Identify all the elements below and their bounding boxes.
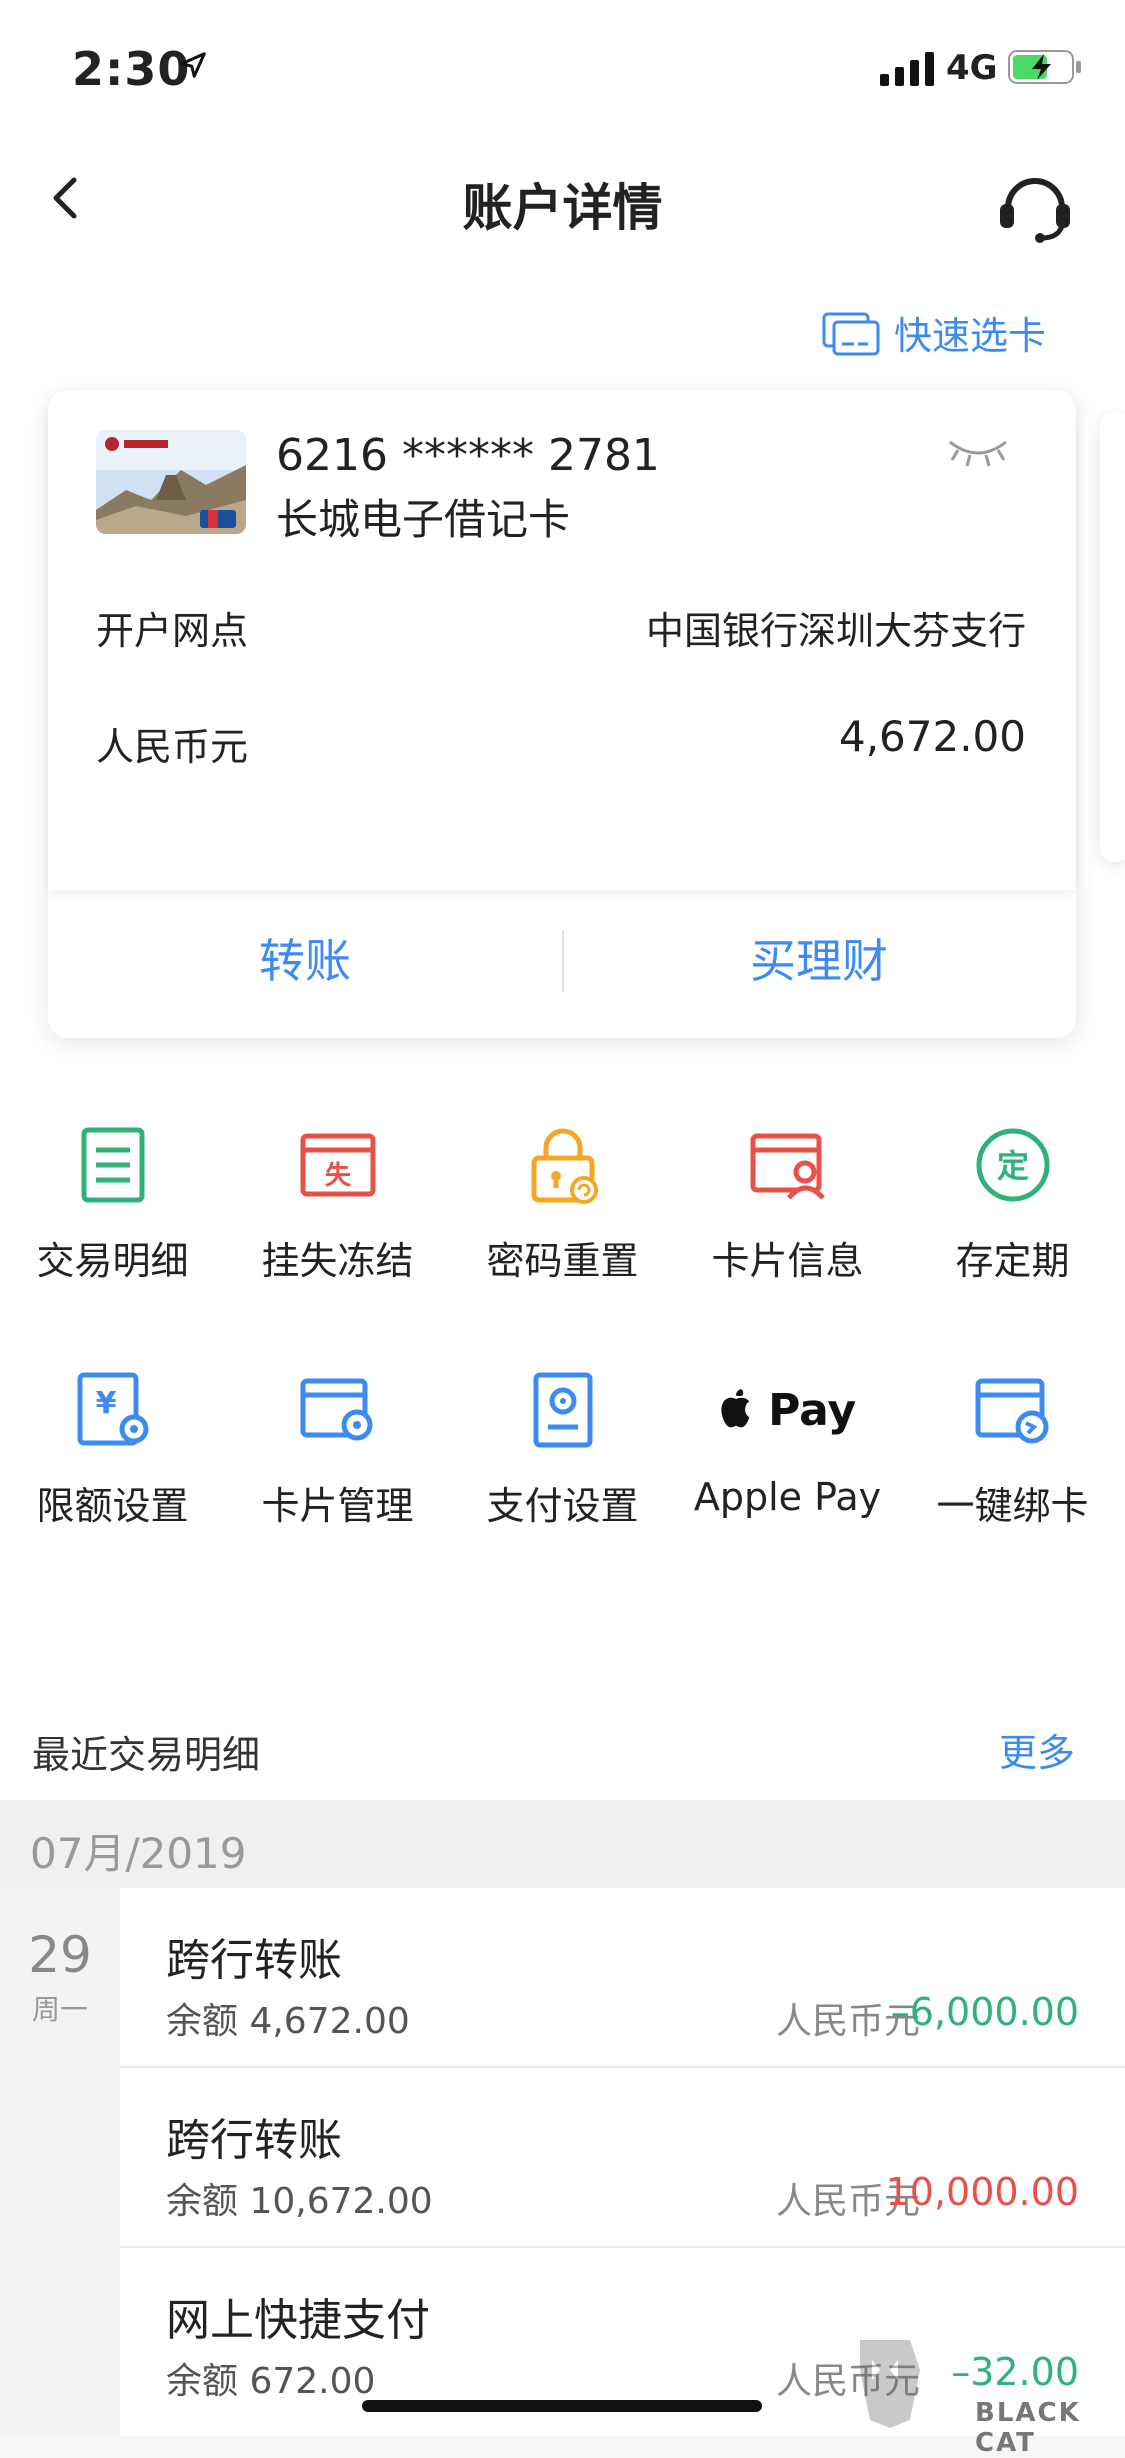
next-card-peek[interactable] xyxy=(1100,412,1125,862)
grid-item-label: 支付设置 xyxy=(486,1484,639,1528)
apple-pay-logo-text: Pay xyxy=(768,1385,857,1436)
grid-item-label: 卡片管理 xyxy=(261,1484,414,1528)
grid-item-limit-settings[interactable]: ¥ 限额设置 xyxy=(0,1355,225,1555)
location-arrow-icon xyxy=(180,52,206,78)
grid-item-transaction-details[interactable]: 交易明细 xyxy=(0,1110,225,1310)
watermark-text: BLACK CAT xyxy=(975,2398,1081,2458)
account-card-body: 6216 ****** 2781 长城电子借记卡 开户网点 中国银行深圳大芬支行… xyxy=(48,390,1076,890)
balance-value: 4,672.00 xyxy=(838,712,1026,761)
card-switch-icon xyxy=(822,312,880,356)
branch-label: 开户网点 xyxy=(96,609,249,653)
battery-charging-icon xyxy=(1008,50,1081,84)
bind-card-icon xyxy=(975,1378,1049,1444)
card-loss-icon: 失 xyxy=(300,1133,376,1197)
transfer-button[interactable]: 转账 xyxy=(48,925,562,991)
home-indicator[interactable] xyxy=(362,2400,762,2412)
transaction-balance: 余额 10,672.00 xyxy=(166,2181,433,2222)
card-number: 6216 ****** 2781 xyxy=(276,430,660,481)
buy-wealth-button[interactable]: 买理财 xyxy=(562,925,1076,991)
month-header: 07月/2019 xyxy=(0,1800,1125,1888)
list-doc-icon xyxy=(81,1127,145,1203)
weekday-label: 周一 xyxy=(31,1993,88,2026)
grid-item-report-loss[interactable]: 失 挂失冻结 xyxy=(225,1110,450,1310)
apple-logo-icon xyxy=(721,1389,750,1428)
grid-item-card-management[interactable]: 卡片管理 xyxy=(225,1355,450,1555)
grid-item-label: Apple Pay xyxy=(693,1475,882,1519)
grid-item-card-info[interactable]: 卡片信息 xyxy=(675,1110,900,1310)
grid-item-label: 密码重置 xyxy=(486,1239,639,1283)
recent-transactions-header: 最近交易明细 更多 xyxy=(0,1690,1125,1800)
transaction-balance: 余额 4,672.00 xyxy=(166,2001,410,2042)
network-type: 4G xyxy=(946,48,998,88)
grid-item-label: 一键绑卡 xyxy=(936,1484,1089,1528)
payment-settings-icon xyxy=(533,1372,593,1448)
card-name: 长城电子借记卡 xyxy=(276,495,571,544)
page-title: 账户详情 xyxy=(462,179,663,237)
transaction-name: 网上快捷支付 xyxy=(166,2295,430,2346)
branch-value: 中国银行深圳大芬支行 xyxy=(645,609,1026,653)
customer-service-headset-icon[interactable] xyxy=(990,158,1080,248)
apple-pay-logo: Pay xyxy=(675,1385,900,1436)
more-link[interactable]: 更多 xyxy=(999,1722,1075,1777)
grid-item-label: 挂失冻结 xyxy=(261,1239,414,1283)
transaction-row[interactable]: 跨行转账 余额 4,672.00 人民币元 –6,000.00 xyxy=(120,1888,1125,2068)
transaction-name: 跨行转账 xyxy=(166,2115,342,2166)
quick-select-label: 快速选卡 xyxy=(894,313,1047,358)
grid-item-label: 卡片信息 xyxy=(711,1239,864,1283)
status-time: 2:30 xyxy=(72,42,191,96)
transaction-row[interactable]: 跨行转账 余额 10,672.00 人民币元 10,000.00 xyxy=(120,2068,1125,2248)
svg-text:定: 定 xyxy=(997,1147,1029,1185)
lock-reset-icon xyxy=(531,1128,598,1204)
card-user-icon xyxy=(750,1133,825,1200)
month-label: 07月/2019 xyxy=(30,1829,247,1878)
svg-text:¥: ¥ xyxy=(96,1386,117,1421)
bank-card-thumbnail xyxy=(96,430,246,534)
grid-item-one-click-bind[interactable]: 一键绑卡 xyxy=(900,1355,1125,1555)
account-card: 6216 ****** 2781 长城电子借记卡 开户网点 中国银行深圳大芬支行… xyxy=(48,390,1076,1038)
svg-text:失: 失 xyxy=(325,1161,352,1191)
hide-balance-eye-icon[interactable] xyxy=(946,430,1010,470)
quick-select-card-button[interactable]: 快速选卡 xyxy=(822,304,1046,360)
status-bar: 2:30 4G xyxy=(0,0,1125,130)
transaction-amount: –6,000.00 xyxy=(890,1990,1079,2034)
currency-label: 人民币元 xyxy=(96,725,249,769)
grid-item-label: 交易明细 xyxy=(36,1239,189,1283)
grid-item-apple-pay[interactable]: Pay Apple Pay xyxy=(675,1355,900,1555)
grid-item-payment-settings[interactable]: 支付设置 xyxy=(450,1355,675,1555)
grid-item-label: 存定期 xyxy=(955,1239,1070,1283)
grid-item-label: 限额设置 xyxy=(36,1484,189,1528)
date-column: 29 周一 xyxy=(0,1888,120,2436)
grid-item-password-reset[interactable]: 密码重置 xyxy=(450,1110,675,1310)
transaction-balance: 余额 672.00 xyxy=(166,2361,376,2402)
transaction-amount: 10,000.00 xyxy=(885,2170,1079,2214)
day-number: 29 xyxy=(28,1926,92,1984)
nav-bar: 账户详情 xyxy=(0,130,1125,270)
transaction-name: 跨行转账 xyxy=(166,1935,342,1986)
fixed-deposit-icon: 定 xyxy=(976,1128,1050,1202)
recent-transactions-title: 最近交易明细 xyxy=(32,1733,261,1777)
grid-item-fixed-deposit[interactable]: 定 存定期 xyxy=(900,1110,1125,1310)
card-manage-icon xyxy=(300,1378,373,1441)
limit-settings-icon: ¥ xyxy=(77,1372,149,1446)
signal-bars-icon xyxy=(880,52,934,86)
